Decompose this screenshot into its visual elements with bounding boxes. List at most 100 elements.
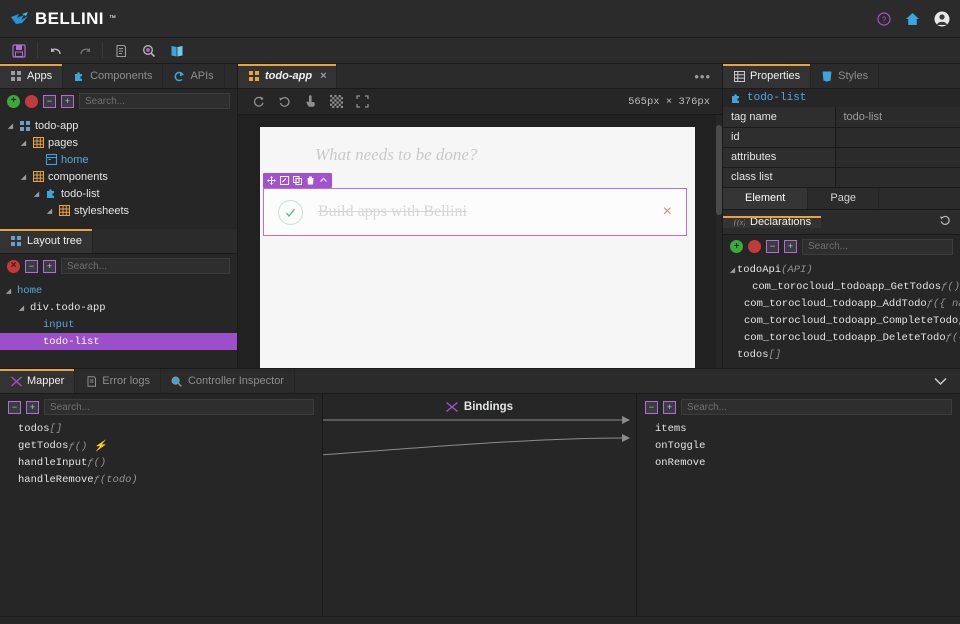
layout-tree-item[interactable]: input bbox=[0, 316, 237, 333]
expand-frame-icon[interactable] bbox=[350, 92, 374, 112]
account-icon[interactable] bbox=[933, 10, 950, 27]
add-app-button[interactable]: + bbox=[7, 95, 20, 108]
check-icon[interactable] bbox=[278, 200, 303, 225]
expand-caret-icon[interactable]: ◢ bbox=[17, 304, 26, 312]
cursor-hand-icon[interactable] bbox=[298, 92, 322, 112]
sync-icon[interactable] bbox=[272, 92, 296, 112]
subtab-page[interactable]: Page bbox=[808, 188, 879, 209]
apps-tree-item[interactable]: home bbox=[0, 151, 237, 168]
collapse-all-button[interactable]: − bbox=[766, 240, 779, 253]
help-circle-icon[interactable]: ? bbox=[875, 10, 892, 27]
layout-tree-search-input[interactable] bbox=[61, 258, 230, 274]
delete-icon[interactable] bbox=[306, 176, 315, 185]
collapse-all-button[interactable]: − bbox=[8, 401, 21, 414]
expand-all-button[interactable]: + bbox=[784, 240, 797, 253]
canvas-area[interactable]: What needs to be done? bbox=[238, 115, 722, 368]
apps-tree-item[interactable]: ◢todo-list bbox=[0, 185, 237, 202]
mapper-source-row[interactable]: handleRemove ƒ(todo) bbox=[0, 471, 322, 488]
expand-all-button[interactable]: + bbox=[26, 401, 39, 414]
delete-declaration-button[interactable] bbox=[748, 240, 761, 253]
apps-tree-item[interactable]: ◢stylesheets bbox=[0, 202, 237, 219]
todo-item[interactable]: Build apps with Bellini × bbox=[263, 188, 687, 236]
tab-mapper[interactable]: Mapper bbox=[0, 369, 75, 393]
redo-button[interactable] bbox=[71, 40, 97, 62]
canvas-overflow-menu[interactable]: ••• bbox=[683, 64, 722, 88]
property-row[interactable]: attributes bbox=[723, 147, 960, 167]
save-button[interactable] bbox=[6, 40, 32, 62]
delete-node-button[interactable]: × bbox=[7, 260, 20, 273]
declaration-row[interactable]: com_torocloud_todoapp_GetTodos ƒ() bbox=[723, 279, 960, 296]
expand-caret-icon[interactable]: ◢ bbox=[32, 190, 41, 198]
duplicate-icon[interactable] bbox=[293, 176, 302, 185]
property-row[interactable]: tag nametodo-list bbox=[723, 107, 960, 127]
expand-all-button[interactable]: + bbox=[663, 401, 676, 414]
mapper-target-search-input[interactable] bbox=[681, 399, 952, 415]
expand-caret-icon[interactable]: ◢ bbox=[728, 266, 737, 275]
move-handle-icon[interactable] bbox=[267, 176, 276, 185]
declaration-row[interactable]: todos [] bbox=[723, 347, 960, 364]
close-icon[interactable]: × bbox=[320, 70, 326, 82]
tab-todo-app[interactable]: todo-app × bbox=[238, 64, 337, 88]
property-value[interactable]: todo-list bbox=[835, 107, 960, 127]
undo-button[interactable] bbox=[43, 40, 69, 62]
refresh-icon[interactable] bbox=[930, 214, 960, 229]
layout-tree-item[interactable]: ◢div.todo-app bbox=[0, 299, 237, 316]
mapper-source-row[interactable]: todos [] bbox=[0, 420, 322, 437]
todo-input-placeholder[interactable]: What needs to be done? bbox=[315, 145, 477, 165]
collapse-all-button[interactable]: − bbox=[43, 95, 56, 108]
declarations-search-input[interactable] bbox=[802, 239, 953, 255]
book-icon[interactable] bbox=[164, 40, 190, 62]
expand-all-button[interactable]: + bbox=[61, 95, 74, 108]
apps-tree-item[interactable]: ◢pages bbox=[0, 134, 237, 151]
home-icon[interactable] bbox=[904, 10, 921, 27]
canvas-scrollbar[interactable] bbox=[716, 115, 722, 368]
expand-caret-icon[interactable]: ◢ bbox=[19, 139, 28, 147]
tab-apis[interactable]: APIs bbox=[163, 64, 224, 88]
scrollbar-thumb[interactable] bbox=[716, 125, 722, 215]
tab-declarations[interactable]: ƒ(x) Declarations bbox=[723, 216, 821, 228]
todo-remove-button[interactable]: × bbox=[663, 203, 672, 221]
tab-error-logs[interactable]: Error logs bbox=[75, 369, 161, 393]
declaration-row[interactable]: com_torocloud_todoapp_CompleteTodo ƒ({ i bbox=[723, 313, 960, 330]
declaration-row[interactable]: com_torocloud_todoapp_AddTodo ƒ({ name } bbox=[723, 296, 960, 313]
apps-tree-item[interactable]: ◢todo-app bbox=[0, 117, 237, 134]
declaration-row[interactable]: ◢todoApi (API) bbox=[723, 262, 960, 279]
apps-tree-item[interactable]: ◢components bbox=[0, 168, 237, 185]
layout-tree-item[interactable]: ◢home bbox=[0, 282, 237, 299]
collapse-up-icon[interactable] bbox=[319, 176, 328, 185]
property-value[interactable] bbox=[835, 167, 960, 187]
expand-caret-icon[interactable]: ◢ bbox=[19, 173, 28, 181]
property-value[interactable] bbox=[835, 127, 960, 147]
mapper-source-search-input[interactable] bbox=[44, 399, 314, 415]
apps-search-input[interactable] bbox=[79, 93, 230, 109]
add-declaration-button[interactable]: + bbox=[730, 240, 743, 253]
tab-properties[interactable]: Properties bbox=[723, 64, 811, 88]
declaration-row[interactable]: com_torocloud_todoapp_DeleteTodo ƒ({ id bbox=[723, 330, 960, 347]
tab-components[interactable]: Components bbox=[63, 64, 163, 88]
checkerboard-icon[interactable] bbox=[324, 92, 348, 112]
expand-all-button[interactable]: + bbox=[43, 260, 56, 273]
property-row[interactable]: id bbox=[723, 127, 960, 147]
magnifier-icon[interactable] bbox=[136, 40, 162, 62]
collapse-all-button[interactable]: − bbox=[25, 260, 38, 273]
mapper-source-row[interactable]: handleInput ƒ() bbox=[0, 454, 322, 471]
expand-caret-icon[interactable]: ◢ bbox=[6, 122, 15, 130]
tab-styles[interactable]: Styles bbox=[811, 64, 879, 88]
expand-caret-icon[interactable]: ◢ bbox=[45, 207, 54, 215]
layout-tree-item[interactable]: todo-list bbox=[0, 333, 237, 350]
chevron-down-icon[interactable] bbox=[921, 369, 960, 393]
tab-apps[interactable]: Apps bbox=[0, 64, 63, 88]
property-row[interactable]: class list bbox=[723, 167, 960, 187]
mapper-source-row[interactable]: getTodos ƒ() ⚡ bbox=[0, 437, 322, 454]
note-icon[interactable] bbox=[108, 40, 134, 62]
mapper-target-row[interactable]: items bbox=[637, 420, 960, 437]
property-value[interactable] bbox=[835, 147, 960, 167]
expand-caret-icon[interactable]: ◢ bbox=[4, 287, 13, 295]
subtab-element[interactable]: Element bbox=[723, 188, 808, 209]
delete-app-button[interactable] bbox=[25, 95, 38, 108]
app-preview[interactable]: What needs to be done? bbox=[260, 127, 695, 368]
reload-icon[interactable] bbox=[246, 92, 270, 112]
tab-controller-inspector[interactable]: Controller Inspector bbox=[161, 369, 295, 393]
mapper-target-row[interactable]: onToggle bbox=[637, 437, 960, 454]
collapse-all-button[interactable]: − bbox=[645, 401, 658, 414]
